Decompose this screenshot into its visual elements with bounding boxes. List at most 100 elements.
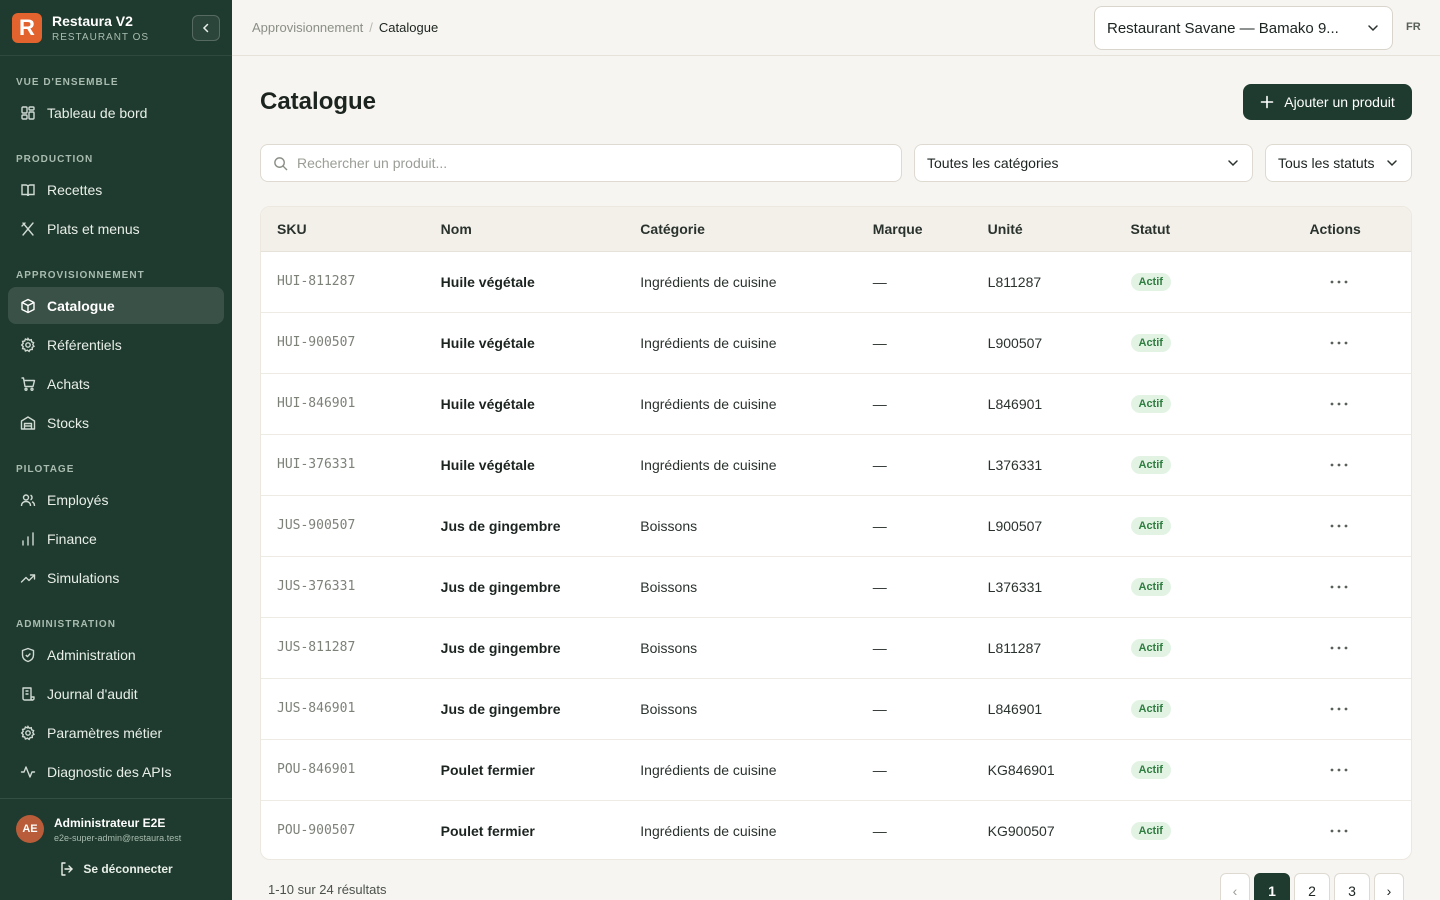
user-name: Administrateur E2E — [54, 815, 166, 830]
more-horizontal-icon — [1330, 341, 1348, 345]
cell-actions — [1259, 251, 1411, 312]
table-row[interactable]: HUI-811287 Huile végétale Ingrédients de c… — [261, 251, 1411, 312]
cell-brand: — — [872, 578, 887, 595]
row-actions-button[interactable] — [1325, 394, 1353, 414]
collapse-sidebar-button[interactable] — [192, 14, 220, 41]
cell-brand: — — [872, 517, 887, 534]
cell-category: Ingrédients de cuisine — [640, 334, 777, 351]
sidebar-item-label: Administration — [47, 646, 136, 663]
sidebar-item-dishes[interactable]: Plats et menus — [8, 210, 224, 247]
cell-name: Jus de gingembre — [440, 639, 561, 656]
sidebar-item-finance[interactable]: Finance — [8, 520, 224, 557]
column-header-unit[interactable]: Unité — [971, 207, 1115, 252]
sidebar-item-simulations[interactable]: Simulations — [8, 559, 224, 596]
cell-category: Ingrédients de cuisine — [640, 761, 777, 778]
cell-actions — [1259, 373, 1411, 434]
row-actions-button[interactable] — [1325, 821, 1353, 841]
cell-unit: L900507 — [987, 334, 1043, 351]
column-header-category[interactable]: Catégorie — [624, 207, 857, 252]
cell-brand: — — [872, 334, 887, 351]
nav-section-label: APPROVISIONNEMENT — [16, 270, 145, 281]
logout-button[interactable]: Se déconnecter — [16, 861, 216, 877]
warehouse-icon — [20, 415, 36, 430]
nav-section-label: PRODUCTION — [16, 154, 94, 165]
status-badge: Actif — [1130, 761, 1171, 779]
more-horizontal-icon — [1330, 707, 1348, 711]
sidebar-item-employees[interactable]: Employés — [8, 481, 224, 518]
cell-sku: HUI-811287 — [277, 274, 356, 289]
sidebar-item-audit-log[interactable]: Journal d'audit — [8, 675, 224, 712]
category-filter-value: Toutes les catégories — [927, 155, 1059, 171]
language-switch[interactable]: FR — [1406, 21, 1421, 33]
sidebar-item-administration[interactable]: Administration — [8, 636, 224, 673]
table-row[interactable]: POU-846901 Poulet fermier Ingrédients de c… — [261, 739, 1411, 800]
gear-icon — [20, 724, 36, 740]
cell-status: Actif — [1115, 495, 1260, 556]
cell-name: Poulet fermier — [440, 761, 535, 778]
more-horizontal-icon — [1330, 280, 1348, 284]
sidebar-item-dashboard[interactable]: Tableau de bord — [8, 94, 224, 131]
table-row[interactable]: JUS-811287 Jus de gingembre Boissons — L8112… — [261, 617, 1411, 678]
sidebar-item-catalogue[interactable]: Catalogue — [8, 287, 224, 324]
users-icon — [20, 493, 36, 506]
sidebar-item-stocks[interactable]: Stocks — [8, 404, 224, 441]
row-actions-button[interactable] — [1325, 699, 1353, 719]
column-header-name[interactable]: Nom — [424, 207, 625, 252]
add-product-button[interactable]: Ajouter un produit — [1243, 84, 1412, 120]
row-actions-button[interactable] — [1325, 333, 1353, 353]
column-header-status[interactable]: Statut — [1114, 207, 1260, 252]
status-filter[interactable]: Tous les statuts — [1265, 144, 1412, 182]
pagination-next-button[interactable]: › — [1374, 873, 1404, 900]
nav-section-label: VUE D'ENSEMBLE — [16, 77, 119, 88]
column-header-actions: Actions — [1259, 207, 1411, 252]
table-row[interactable]: HUI-900507 Huile végétale Ingrédients de c… — [261, 312, 1411, 373]
cell-category: Boissons — [640, 578, 698, 595]
pagination-prev-button[interactable]: ‹ — [1220, 873, 1250, 900]
scroll-icon — [22, 686, 35, 701]
column-header-sku[interactable]: SKU — [261, 207, 425, 252]
search-input[interactable] — [297, 155, 889, 171]
sidebar-item-business-settings[interactable]: Paramètres métier — [8, 714, 224, 751]
restaurant-select[interactable]: Restaurant Savane — Bamako 9... — [1094, 6, 1393, 50]
table-row[interactable]: HUI-376331 Huile végétale Ingrédients de c… — [261, 434, 1411, 495]
catalogue-table: SKU Nom Catégorie Marque Unité Statut Ac… — [261, 207, 1411, 859]
column-header-brand[interactable]: Marque — [856, 207, 972, 252]
cell-unit: L376331 — [987, 456, 1043, 473]
avatar: AE — [16, 815, 44, 843]
category-filter[interactable]: Toutes les catégories — [914, 144, 1253, 182]
row-actions-button[interactable] — [1325, 455, 1353, 475]
cell-unit: L846901 — [987, 395, 1043, 412]
sidebar-item-label: Diagnostic des APIs — [47, 763, 172, 780]
cell-brand: — — [872, 395, 887, 412]
table-row[interactable]: JUS-900507 Jus de gingembre Boissons — L9005… — [261, 495, 1411, 556]
brand: R Restaura V2 RESTAURANT OS — [0, 0, 232, 56]
grid-icon — [21, 105, 35, 120]
row-actions-button[interactable] — [1325, 638, 1353, 658]
table-row[interactable]: POU-900507 Poulet fermier Ingrédients de c… — [261, 800, 1411, 859]
pagination-page-3[interactable]: 3 — [1334, 873, 1370, 900]
cell-actions — [1259, 800, 1411, 859]
sidebar-item-referentials[interactable]: Référentiels — [8, 326, 224, 363]
row-actions-button[interactable] — [1325, 760, 1353, 780]
brand-subtitle: RESTAURANT OS — [52, 31, 150, 43]
breadcrumb-item[interactable]: Approvisionnement — [252, 20, 363, 35]
status-badge: Actif — [1130, 395, 1171, 413]
table-row[interactable]: HUI-846901 Huile végétale Ingrédients de c… — [261, 373, 1411, 434]
pagination-page-2[interactable]: 2 — [1294, 873, 1330, 900]
status-badge: Actif — [1130, 700, 1171, 718]
cell-name: Jus de gingembre — [440, 700, 561, 717]
table-row[interactable]: JUS-846901 Jus de gingembre Boissons — L8469… — [261, 678, 1411, 739]
cell-category: Boissons — [640, 639, 698, 656]
sidebar-item-recipes[interactable]: Recettes — [8, 171, 224, 208]
row-actions-button[interactable] — [1325, 577, 1353, 597]
pagination-page-1[interactable]: 1 — [1254, 873, 1290, 900]
row-actions-button[interactable] — [1325, 272, 1353, 292]
row-actions-button[interactable] — [1325, 516, 1353, 536]
more-horizontal-icon — [1330, 646, 1348, 650]
sidebar-item-purchases[interactable]: Achats — [8, 365, 224, 402]
sidebar-item-api-diagnostics[interactable]: Diagnostic des APIs — [8, 753, 224, 790]
cell-actions — [1259, 312, 1411, 373]
status-badge: Actif — [1130, 334, 1171, 352]
cell-category: Ingrédients de cuisine — [640, 395, 777, 412]
table-row[interactable]: JUS-376331 Jus de gingembre Boissons — L3763… — [261, 556, 1411, 617]
